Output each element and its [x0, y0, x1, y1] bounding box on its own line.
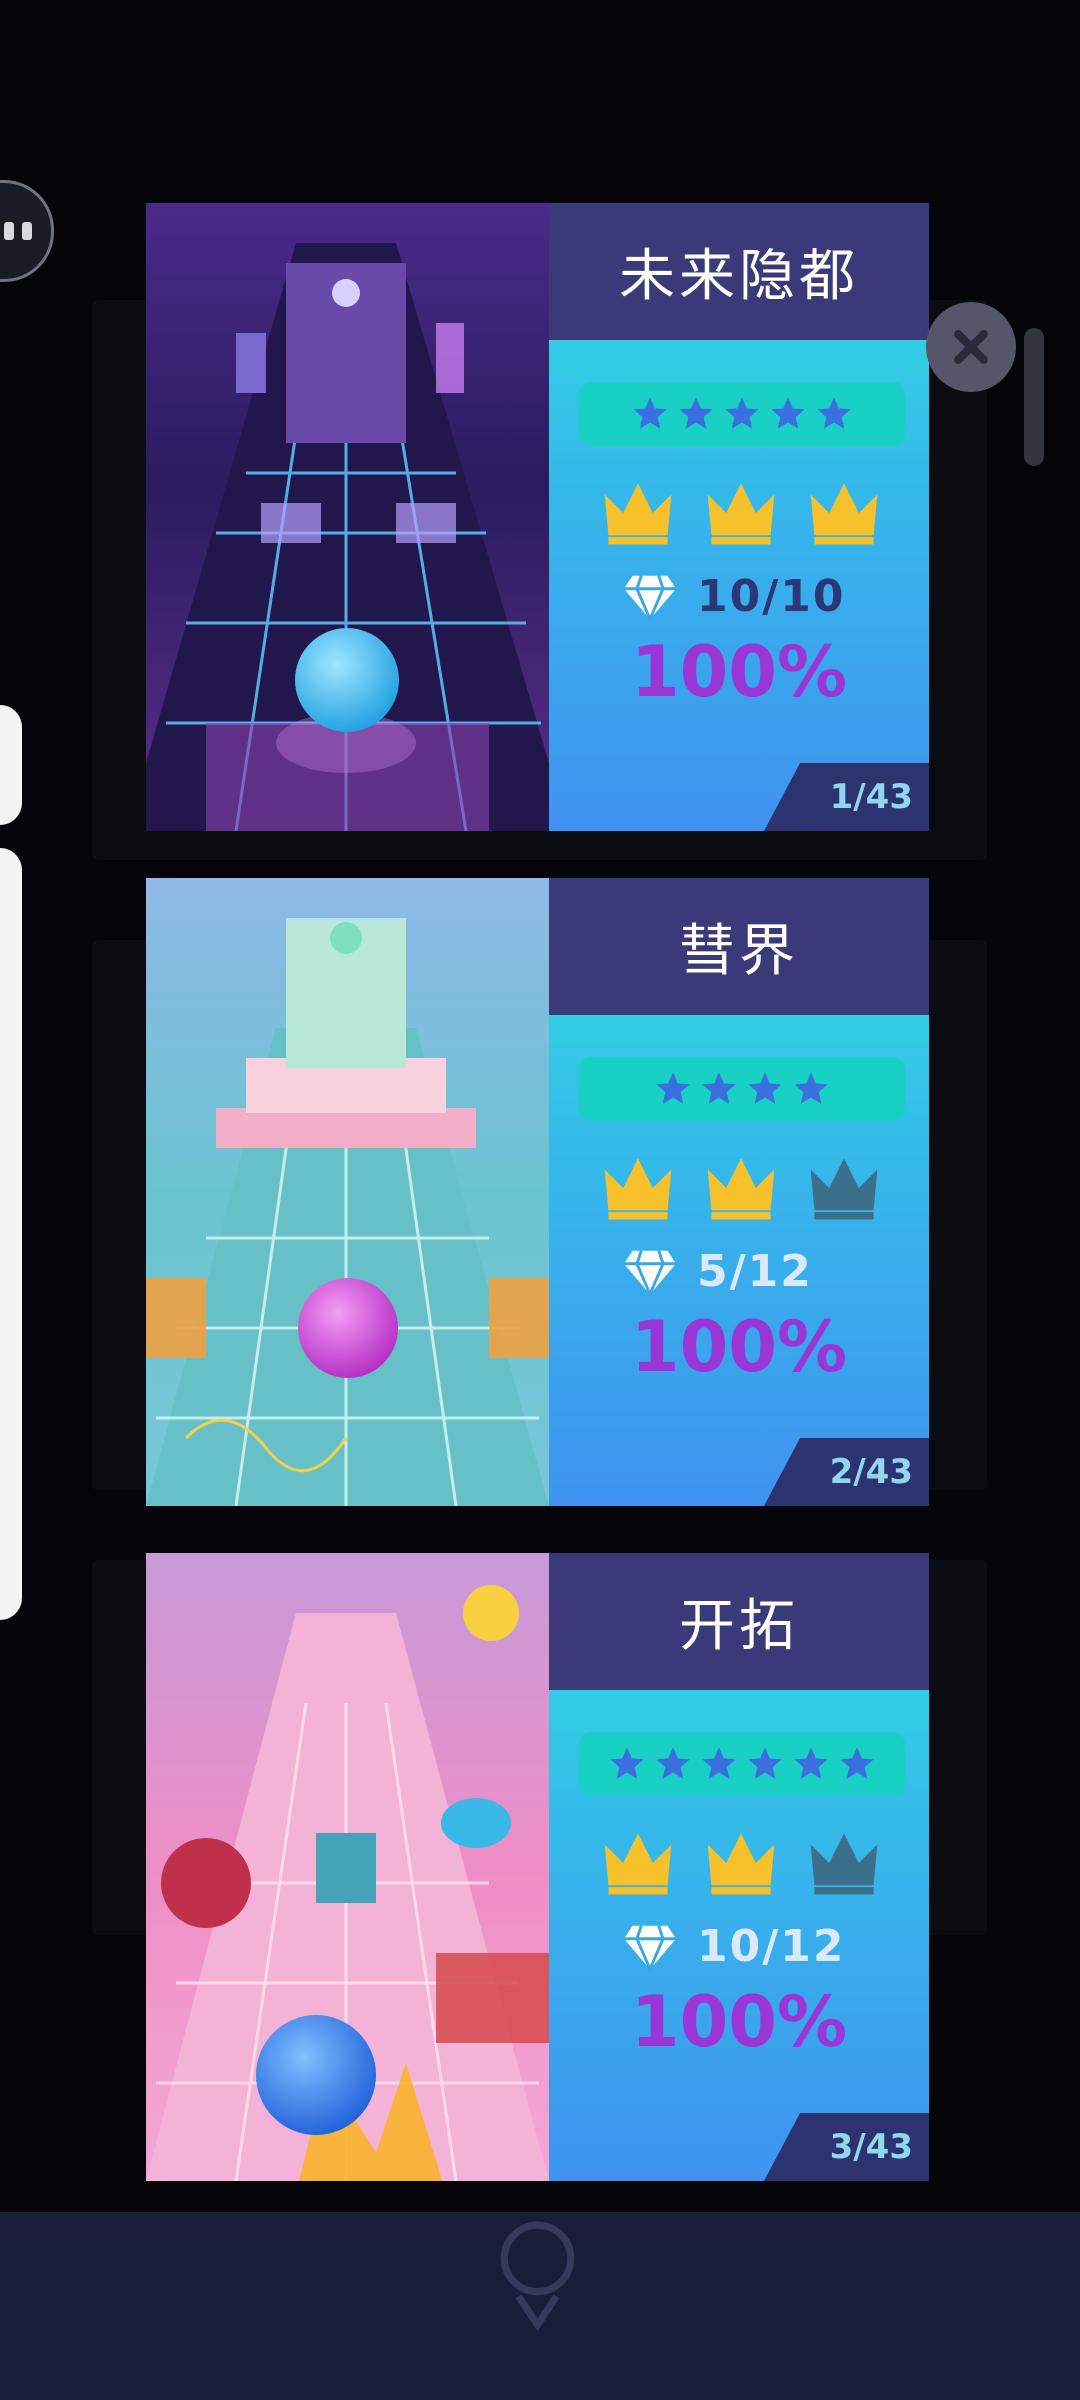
diamond-icon — [623, 1250, 677, 1298]
gem-counter: 10/12 — [621, 1913, 846, 1979]
completion-percent: 100% — [630, 631, 848, 713]
level-index: 1/43 — [829, 777, 913, 817]
star-icon — [633, 397, 667, 429]
level-scene-image — [146, 203, 549, 831]
star-icon — [794, 1072, 828, 1104]
star-icon — [725, 397, 759, 429]
crown-icon — [604, 1833, 672, 1895]
side-tab — [0, 705, 22, 825]
completion-percent: 100% — [630, 1306, 848, 1388]
crown-icon — [604, 483, 672, 545]
level-title-bar: 彗界 — [549, 878, 929, 1015]
level-title: 未来隐都 — [619, 244, 859, 309]
level-info-panel: 开拓 10/12 100% 3/43 — [549, 1553, 929, 2181]
level-thumbnail — [146, 878, 549, 1506]
star-icon — [840, 1747, 874, 1779]
crown-empty-icon — [810, 1833, 878, 1895]
close-x-icon — [954, 330, 988, 364]
gem-count: 5/12 — [697, 1245, 813, 1297]
crown-icon — [707, 1158, 775, 1220]
level-info-panel: 彗界 5/12 100% 2/43 — [549, 878, 929, 1506]
crown-icon — [707, 1833, 775, 1895]
star-icon — [656, 1072, 690, 1104]
gem-counter: 5/12 — [621, 1238, 813, 1304]
level-title: 开拓 — [679, 1594, 799, 1659]
level-card[interactable]: 开拓 10/12 100% 3/43 — [146, 1553, 929, 2181]
close-button[interactable] — [926, 302, 1016, 392]
crown-rating — [601, 1825, 881, 1905]
level-index-badge: 1/43 — [764, 763, 929, 831]
level-scene-image — [146, 1553, 549, 2181]
gem-count: 10/10 — [697, 570, 846, 622]
level-thumbnail — [146, 1553, 549, 2181]
level-info-panel: 未来隐都 10/10 100% 1/43 — [549, 203, 929, 831]
pause-dots-icon[interactable] — [0, 180, 54, 282]
star-icon — [702, 1747, 736, 1779]
crown-empty-icon — [810, 1158, 878, 1220]
level-index: 2/43 — [829, 1452, 913, 1492]
level-index-badge: 2/43 — [764, 1438, 929, 1506]
star-icon — [656, 1747, 690, 1779]
star-icon — [748, 1072, 782, 1104]
crown-icon — [604, 1158, 672, 1220]
gem-counter: 10/10 — [621, 563, 846, 629]
star-icon — [817, 397, 851, 429]
level-card[interactable]: 未来隐都 10/10 100% 1/43 — [146, 203, 929, 831]
level-title-bar: 未来隐都 — [549, 203, 929, 340]
level-index: 3/43 — [829, 2127, 913, 2167]
level-card[interactable]: 彗界 5/12 100% 2/43 — [146, 878, 929, 1506]
crown-icon — [707, 483, 775, 545]
star-icon — [794, 1747, 828, 1779]
scrollbar-thumb[interactable] — [1024, 328, 1044, 466]
character-icon — [500, 2221, 575, 2332]
star-icon — [679, 397, 713, 429]
level-title-bar: 开拓 — [549, 1553, 929, 1690]
star-icon — [748, 1747, 782, 1779]
crown-icon — [810, 483, 878, 545]
side-panel — [0, 848, 22, 1620]
star-icon — [702, 1072, 736, 1104]
star-rating — [579, 1732, 905, 1796]
crown-rating — [601, 475, 881, 555]
level-thumbnail — [146, 203, 549, 831]
crown-rating — [601, 1150, 881, 1230]
level-index-badge: 3/43 — [764, 2113, 929, 2181]
star-rating — [579, 382, 905, 446]
gem-count: 10/12 — [697, 1920, 846, 1972]
diamond-icon — [623, 575, 677, 623]
star-icon — [610, 1747, 644, 1779]
star-rating — [579, 1057, 905, 1121]
level-title: 彗界 — [679, 919, 799, 984]
level-scene-image — [146, 878, 549, 1506]
star-icon — [771, 397, 805, 429]
completion-percent: 100% — [630, 1981, 848, 2063]
diamond-icon — [623, 1925, 677, 1973]
